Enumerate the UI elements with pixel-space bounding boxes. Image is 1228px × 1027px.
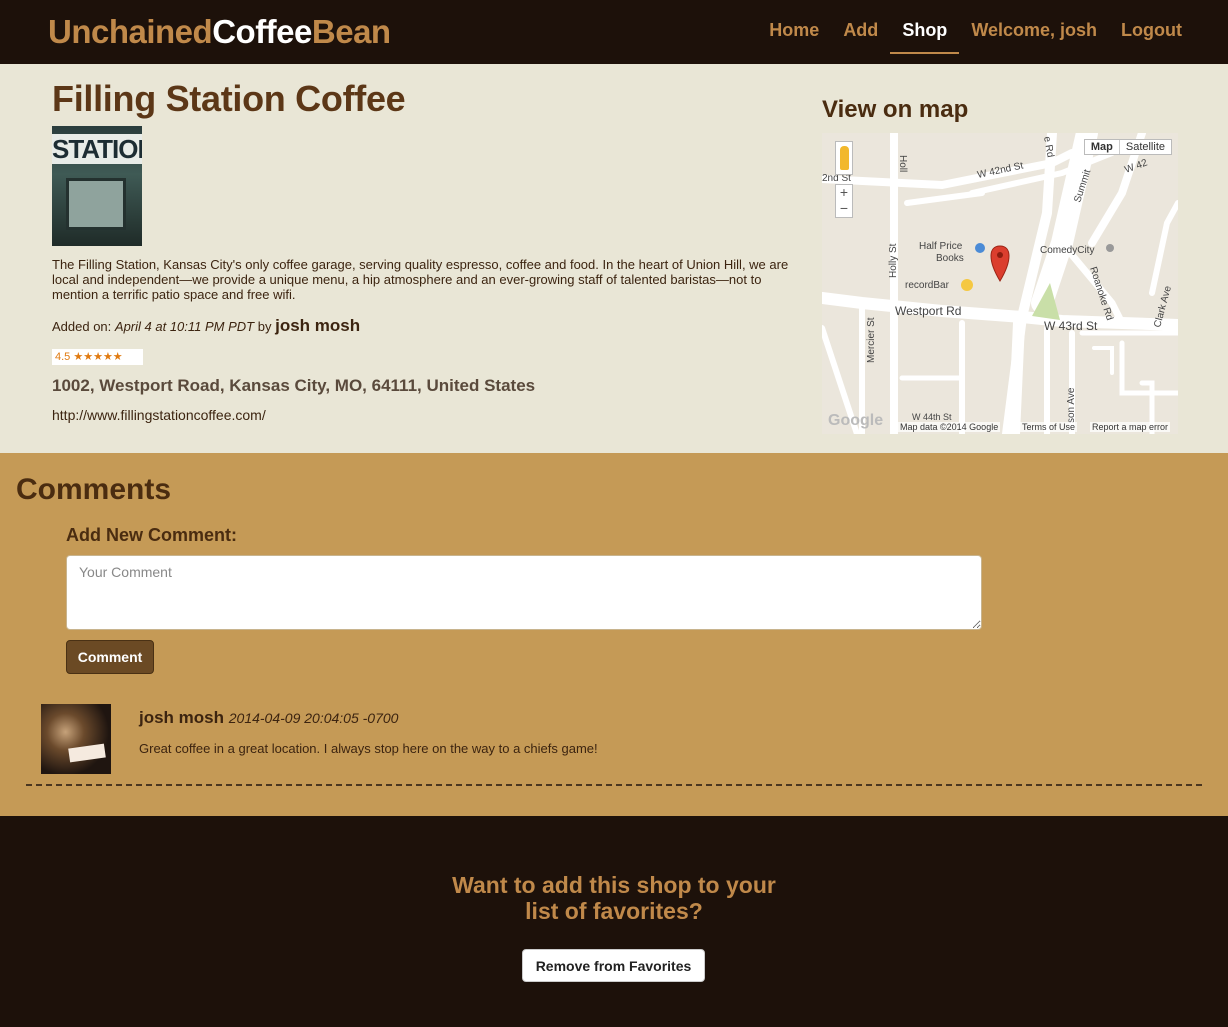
comments-title: Comments: [16, 473, 172, 506]
nav-add-link[interactable]: Add: [831, 0, 890, 54]
shop-photo: STATION: [52, 126, 142, 246]
map-footer: Google Map data ©2014 Google Terms of Us…: [822, 412, 1178, 434]
shop-website-link[interactable]: http://www.fillingstationcoffee.com/: [52, 407, 266, 423]
comment-text: Great coffee in a great location. I alwa…: [139, 741, 598, 756]
added-by: by: [257, 319, 272, 334]
map-zoom-control: + −: [835, 184, 853, 218]
map-label-halfprice-1: Half Price: [919, 241, 963, 252]
map-data-credit: Map data ©2014 Google: [898, 422, 1001, 432]
map-label-mercier: Mercier St: [866, 317, 877, 363]
map-type-control: Map Satellite: [1083, 139, 1172, 155]
nav-welcome-link[interactable]: Welcome, josh: [959, 0, 1109, 54]
google-logo: Google: [828, 412, 884, 429]
zoom-in-button[interactable]: +: [836, 185, 852, 201]
favorites-question-line-1: Want to add this shop to your: [452, 872, 776, 898]
added-author[interactable]: josh mosh: [275, 316, 360, 335]
favorites-question-line-2: list of favorites?: [525, 898, 703, 924]
comment-date: 2014-04-09 20:04:05 -0700: [228, 710, 399, 726]
comment-submit-button[interactable]: Comment: [66, 640, 154, 674]
shop-photo-sign: STATION: [52, 134, 142, 164]
brand-part-1: Unchained: [48, 13, 213, 50]
comment-input[interactable]: [66, 555, 982, 630]
comment-author: josh mosh 2014-04-09 20:04:05 -0700: [139, 708, 398, 728]
shop-title: Filling Station Coffee: [52, 78, 406, 119]
favorites-question: Want to add this shop to your list of fa…: [0, 872, 1228, 924]
map-type-map-button[interactable]: Map: [1085, 140, 1120, 154]
shop-photo-window: [66, 178, 126, 230]
street-view-pegman-icon[interactable]: [835, 141, 853, 175]
add-comment-label: Add New Comment:: [66, 525, 237, 545]
added-info: Added on: April 4 at 10:11 PM PDT by jos…: [52, 316, 360, 336]
added-date: April 4 at 10:11 PM PDT: [114, 319, 255, 334]
top-navbar: UnchainedCoffeeBean Home Add Shop Welcom…: [0, 0, 1228, 64]
comments-section: Comments Add New Comment: Comment josh m…: [0, 453, 1228, 816]
rating-stars-icon: ★★★★★: [73, 351, 123, 363]
shop-details-section: Filling Station Coffee STATION The Filli…: [0, 64, 1228, 453]
rating-value: 4.5: [55, 351, 71, 363]
rating-badge: 4.5 ★★★★★: [52, 349, 143, 365]
brand-part-3: Bean: [311, 13, 391, 50]
nav-logout-link[interactable]: Logout: [1109, 0, 1194, 54]
zoom-out-button[interactable]: −: [836, 201, 852, 217]
comment-divider: [26, 784, 1202, 786]
shop-description: The Filling Station, Kansas City's only …: [52, 257, 789, 302]
map-label-w43: W 43rd St: [1044, 319, 1098, 333]
map-label-holly: Holly St: [888, 243, 899, 278]
nav-home-link[interactable]: Home: [757, 0, 831, 54]
map-label-westport: Westport Rd: [895, 304, 961, 318]
added-prefix: Added on:: [52, 319, 112, 334]
shop-address: 1002, Westport Road, Kansas City, MO, 64…: [52, 376, 536, 395]
map-label-halfprice-2: Books: [936, 253, 964, 264]
remove-favorites-button[interactable]: Remove from Favorites: [522, 949, 705, 982]
map-type-satellite-button[interactable]: Satellite: [1120, 140, 1171, 154]
map-terms-link[interactable]: Terms of Use: [1020, 422, 1078, 432]
map-label-recordbar: recordBar: [905, 280, 950, 291]
brand-logo[interactable]: UnchainedCoffeeBean: [48, 12, 391, 52]
map-report-link[interactable]: Report a map error: [1090, 422, 1171, 432]
favorites-footer: Want to add this shop to your list of fa…: [0, 816, 1228, 1027]
map-widget[interactable]: W 42nd St 2nd St Summit W 42 Half Price …: [822, 133, 1178, 434]
brand-part-2: Coffee: [212, 13, 312, 50]
comment-author-name[interactable]: josh mosh: [139, 708, 224, 727]
avatar: [41, 704, 111, 774]
nav-shop-link[interactable]: Shop: [890, 0, 960, 54]
map-label-comedycity: ComedyCity: [1040, 245, 1094, 256]
map-title: View on map: [822, 96, 969, 123]
nav-menu: Home Add Shop Welcome, josh Logout: [757, 0, 1194, 64]
map-canvas: W 42nd St 2nd St Summit W 42 Half Price …: [822, 133, 1178, 434]
map-label-holl: Holl: [897, 155, 908, 172]
